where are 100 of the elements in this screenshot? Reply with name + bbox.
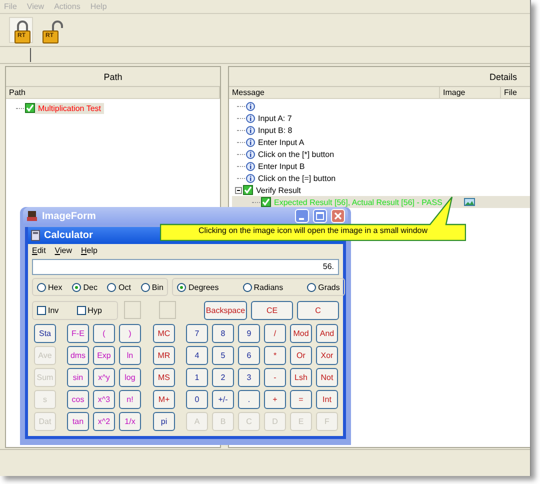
calculator-key[interactable]: MR <box>153 346 175 365</box>
calculator-key[interactable]: x^y <box>93 368 115 387</box>
calculator-key[interactable]: n! <box>119 390 141 409</box>
lock-icon <box>41 20 63 44</box>
calculator-key[interactable]: Exp <box>93 346 115 365</box>
message-text: Enter Input B <box>257 160 306 172</box>
radio-option[interactable]: Grads <box>307 282 340 292</box>
message-text: Click on the [=] button <box>257 172 337 184</box>
calculator-key[interactable]: dms <box>67 346 89 365</box>
close-button[interactable] <box>331 209 345 223</box>
info-icon <box>246 126 255 134</box>
calculator-key[interactable]: sin <box>67 368 89 387</box>
window-title: ImageForm <box>42 210 97 222</box>
calculator-key[interactable]: 5 <box>212 346 234 365</box>
message-text: Verify Result <box>255 184 302 196</box>
info-icon <box>246 162 255 170</box>
radio-option[interactable]: Hex <box>37 282 62 292</box>
message-text: Expected Result [56], Actual Result [56] - PASS <box>273 196 444 208</box>
radio-option[interactable]: Degrees <box>177 282 219 292</box>
column-header[interactable]: Path <box>6 87 220 98</box>
calculator-key[interactable]: 9 <box>238 324 260 343</box>
calculator-key[interactable]: And <box>316 324 338 343</box>
check-icon <box>261 197 271 207</box>
checkbox[interactable]: Hyp <box>76 306 102 314</box>
message-text: Input A: 7 <box>257 112 293 124</box>
calculator-key[interactable]: ) <box>119 324 141 343</box>
menu-item[interactable]: View <box>54 246 72 255</box>
calculator-key[interactable]: CE <box>251 300 293 320</box>
column-header[interactable]: File <box>501 87 530 98</box>
window-title: Calculator <box>44 230 93 241</box>
calculator-key[interactable]: x^3 <box>93 390 115 409</box>
check-icon <box>25 103 35 113</box>
calculator-key[interactable]: * <box>264 346 286 365</box>
calculator-key[interactable]: pi <box>153 412 175 431</box>
calculator-key[interactable]: +/- <box>212 390 234 409</box>
checkbox[interactable]: Inv <box>37 306 59 314</box>
calculator-key[interactable]: MS <box>153 368 175 387</box>
radio-option[interactable]: Dec <box>72 282 98 292</box>
calculator-key[interactable]: 1 <box>186 368 208 387</box>
calculator-key[interactable]: Mod <box>290 324 312 343</box>
app-icon <box>26 210 38 222</box>
calculator-key[interactable]: Xor <box>316 346 338 365</box>
calculator-key[interactable]: ln <box>119 346 141 365</box>
calculator-key[interactable]: Backspace <box>204 300 247 320</box>
calculator-key[interactable]: 4 <box>186 346 208 365</box>
maximize-button[interactable] <box>313 209 327 223</box>
info-icon <box>246 102 255 110</box>
display-field: 56. <box>32 259 339 275</box>
calculator-key[interactable]: Int <box>316 390 338 409</box>
calculator-key[interactable]: Or <box>290 346 312 365</box>
calculator-key[interactable]: 3 <box>238 368 260 387</box>
calculator-key[interactable]: Lsh <box>290 368 312 387</box>
info-icon <box>246 174 255 182</box>
message-text: Enter Input A <box>257 136 306 148</box>
collapse-toggle[interactable] <box>235 186 242 194</box>
calculator-key[interactable]: 1/x <box>119 412 141 431</box>
calculator-key[interactable]: . <box>238 390 260 409</box>
calculator-key[interactable]: 0 <box>186 390 208 409</box>
check-icon <box>243 185 253 195</box>
indicator-box <box>159 301 176 319</box>
calculator-key[interactable]: - <box>264 368 286 387</box>
indicator-box <box>124 301 141 319</box>
panel-title: Details <box>489 72 517 82</box>
calculator-key[interactable]: cos <box>67 390 89 409</box>
radio-option[interactable]: Bin <box>140 282 164 292</box>
calculator-key[interactable]: ( <box>93 324 115 343</box>
column-header[interactable]: Image <box>440 87 501 98</box>
calculator-key[interactable]: 8 <box>212 324 234 343</box>
column-header[interactable]: Message <box>229 87 440 98</box>
calculator-key[interactable]: MC <box>153 324 175 343</box>
info-icon <box>246 150 255 158</box>
info-icon <box>246 114 255 122</box>
calculator-icon <box>31 230 40 241</box>
calculator-key[interactable]: + <box>264 390 286 409</box>
menu-item[interactable]: Edit <box>32 246 46 255</box>
info-icon <box>246 138 255 146</box>
calculator-key[interactable]: / <box>264 324 286 343</box>
calculator-key[interactable]: 7 <box>186 324 208 343</box>
close-icon <box>334 212 342 220</box>
radio-option[interactable]: Radians <box>242 282 284 292</box>
calculator-key[interactable]: Sta <box>34 324 56 343</box>
menu-item[interactable]: Help <box>81 246 98 255</box>
calculator-key[interactable]: = <box>290 390 312 409</box>
calculator-key[interactable]: log <box>119 368 141 387</box>
tree-item[interactable]: Multiplication Test <box>35 102 104 114</box>
panel-title: Path <box>104 72 122 82</box>
image-icon[interactable] <box>464 198 475 206</box>
calculator-key[interactable]: 6 <box>238 346 260 365</box>
calculator-key[interactable]: C <box>297 300 339 320</box>
calculator-key[interactable]: F-E <box>67 324 89 343</box>
calculator-key[interactable]: M+ <box>153 390 175 409</box>
maximize-icon <box>316 212 324 220</box>
calculator-key[interactable]: 2 <box>212 368 234 387</box>
calculator-key[interactable]: Not <box>316 368 338 387</box>
calculator-key[interactable]: tan <box>67 412 89 431</box>
radio-option[interactable]: Oct <box>107 282 131 292</box>
minimize-button[interactable] <box>295 209 309 223</box>
tooltip-text: Clicking on the image icon will open the image in a small window <box>197 225 428 237</box>
message-text: Input B: 8 <box>257 124 294 136</box>
calculator-key[interactable]: x^2 <box>93 412 115 431</box>
